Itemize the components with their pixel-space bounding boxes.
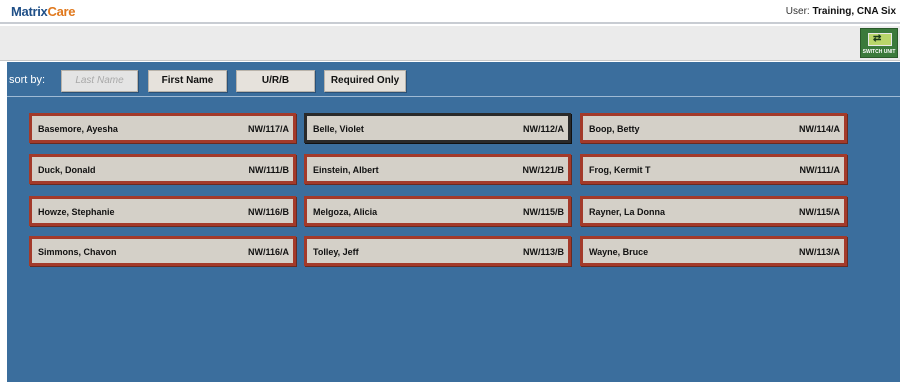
resident-card[interactable]: Wayne, Bruce NW/113/A: [580, 236, 847, 266]
logo-text-care: Care: [47, 4, 76, 19]
resident-name: Einstein, Albert: [313, 165, 379, 175]
resident-room: NW/113/A: [798, 247, 840, 257]
resident-name: Boop, Betty: [589, 124, 640, 134]
resident-room: NW/116/B: [247, 207, 289, 217]
user-info: User: Training, CNA Six: [786, 6, 896, 17]
matrixcare-logo: MatrixCare: [11, 4, 76, 19]
resident-name: Howze, Stephanie: [38, 207, 115, 217]
switch-unit-button[interactable]: ⇄ SWITCH UNIT: [860, 28, 898, 58]
resident-card[interactable]: Belle, Violet NW/112/A: [304, 113, 571, 143]
resident-name: Simmons, Chavon: [38, 247, 117, 257]
resident-name: Basemore, Ayesha: [38, 124, 118, 134]
resident-card[interactable]: Howze, Stephanie NW/116/B: [29, 196, 296, 226]
resident-name: Rayner, La Donna: [589, 207, 666, 217]
toolbar: ⇄ SWITCH UNIT: [0, 26, 900, 61]
resident-name: Melgoza, Alicia: [313, 207, 378, 217]
resident-room: NW/114/A: [798, 124, 840, 134]
resident-card[interactable]: Tolley, Jeff NW/113/B: [304, 236, 571, 266]
sort-first-name-button[interactable]: First Name: [148, 70, 227, 92]
switch-arrows-icon: ⇄: [873, 33, 882, 44]
resident-name: Duck, Donald: [38, 165, 96, 175]
resident-card[interactable]: Melgoza, Alicia NW/115/B: [304, 196, 571, 226]
resident-room: NW/112/A: [522, 124, 564, 134]
resident-card[interactable]: Frog, Kermit T NW/111/A: [580, 154, 847, 184]
resident-card[interactable]: Boop, Betty NW/114/A: [580, 113, 847, 143]
resident-card[interactable]: Rayner, La Donna NW/115/A: [580, 196, 847, 226]
sort-by-label: sort by:: [9, 74, 46, 86]
resident-room: NW/117/A: [247, 124, 289, 134]
switch-unit-label: SWITCH UNIT: [862, 49, 896, 55]
resident-room: NW/111/B: [248, 165, 289, 175]
resident-name: Belle, Violet: [313, 124, 364, 134]
sort-urb-button[interactable]: U/R/B: [236, 70, 315, 92]
sort-last-name-button[interactable]: Last Name: [61, 70, 138, 92]
required-only-button[interactable]: Required Only: [324, 70, 406, 92]
sort-bar: sort by: Last Name First Name U/R/B Requ…: [7, 62, 900, 97]
resident-card[interactable]: Basemore, Ayesha NW/117/A: [29, 113, 296, 143]
resident-room: NW/115/B: [522, 207, 564, 217]
resident-card[interactable]: Simmons, Chavon NW/116/A: [29, 236, 296, 266]
resident-name: Wayne, Bruce: [589, 247, 649, 257]
resident-room: NW/116/A: [247, 247, 289, 257]
resident-room: NW/121/B: [522, 165, 564, 175]
user-label: User:: [785, 6, 810, 17]
resident-name: Tolley, Jeff: [313, 247, 359, 257]
resident-room: NW/115/A: [798, 207, 840, 217]
resident-panel: sort by: Last Name First Name U/R/B Requ…: [7, 62, 900, 382]
user-name: Training, CNA Six: [812, 6, 896, 17]
resident-card[interactable]: Duck, Donald NW/111/B: [29, 154, 296, 184]
resident-room: NW/113/B: [522, 247, 564, 257]
resident-room: NW/111/A: [799, 165, 840, 175]
logo-text-matrix: Matrix: [11, 4, 48, 19]
resident-card[interactable]: Einstein, Albert NW/121/B: [304, 154, 571, 184]
resident-name: Frog, Kermit T: [589, 165, 651, 175]
top-header: MatrixCare User: Training, CNA Six: [0, 0, 900, 24]
